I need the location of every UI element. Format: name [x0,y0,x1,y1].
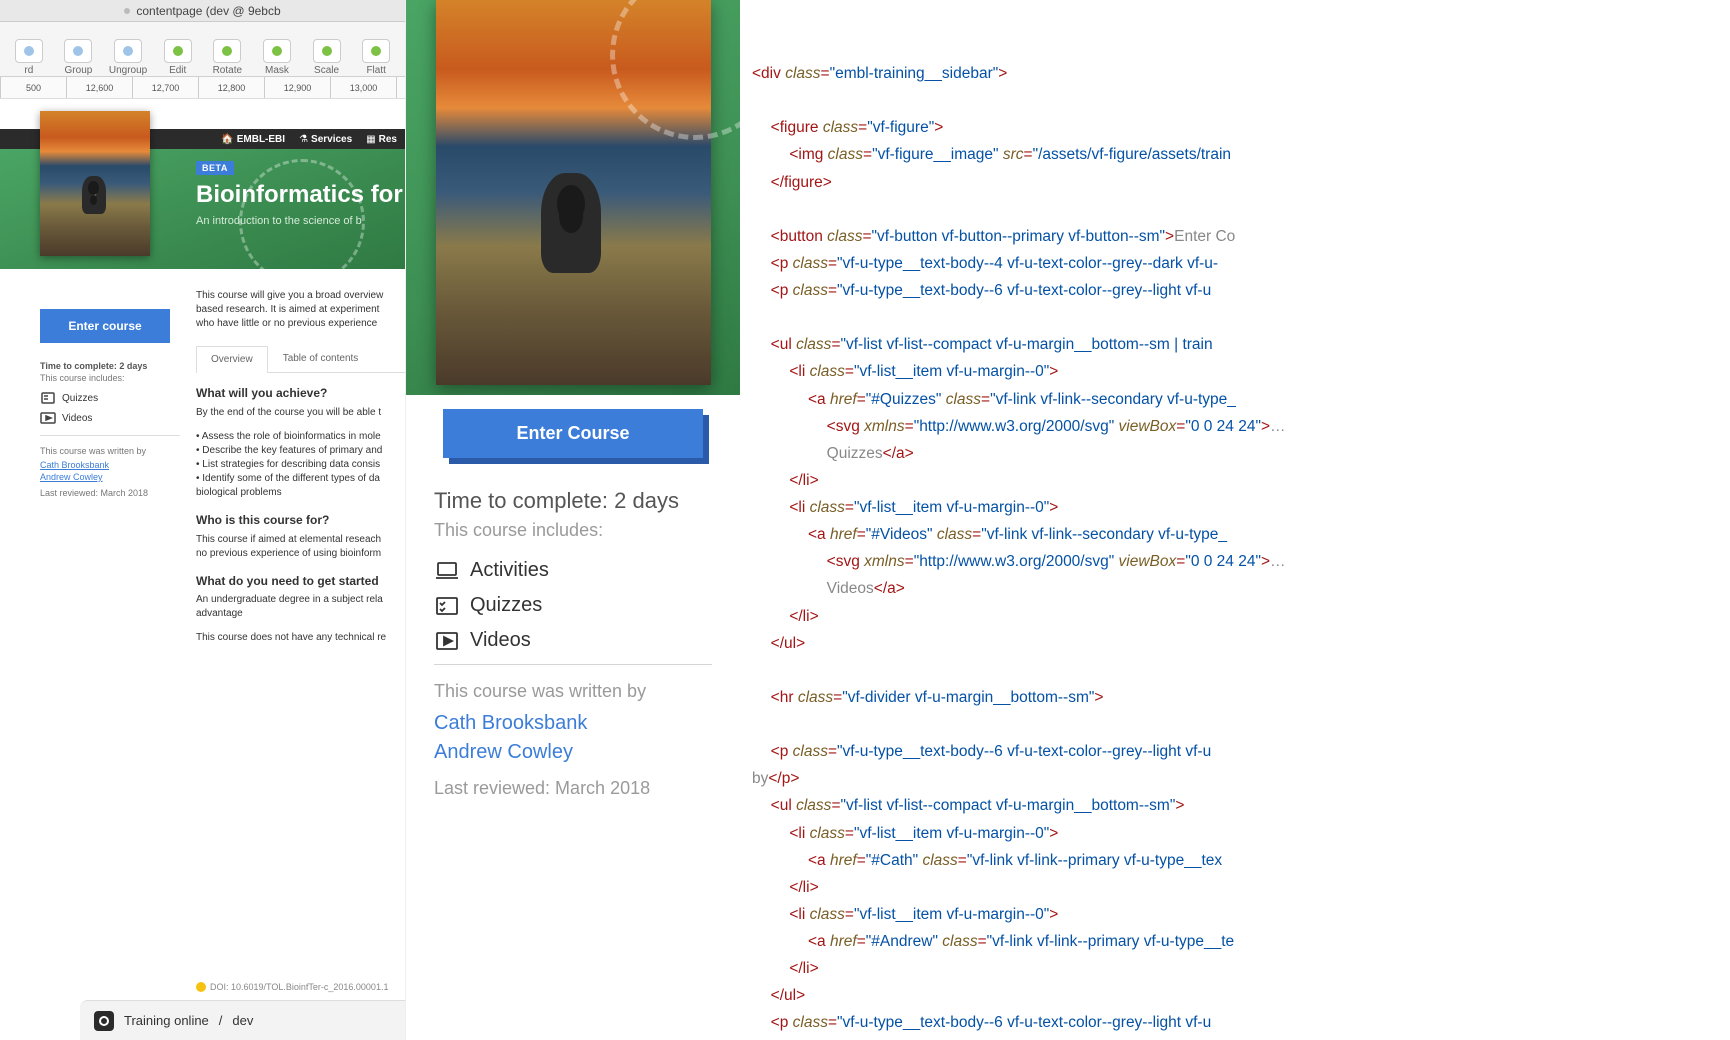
ruler-tick: 13,000 [330,77,396,98]
quiz-icon [40,391,56,405]
tool-icon [313,39,341,63]
ruler: 50012,60012,70012,80012,90013,00013,100 [0,77,405,99]
tool-icon [263,39,291,63]
heading-who: Who is this course for? [196,512,405,529]
window-titlebar: contentpage (dev @ 9ebcb [0,0,405,22]
tool-flatt[interactable]: Flatt [351,39,401,76]
mobile-enter-course-button[interactable]: Enter Course [443,409,703,458]
tool-edit[interactable]: Edit [153,39,203,76]
course-sidebar: Enter course Time to complete: 2 days Th… [40,309,180,498]
bullet-item: • Assess the role of bioinformatics in m… [196,430,405,444]
mobile-includes-quizzes[interactable]: Quizzes [434,594,712,617]
tool-rd[interactable]: rd [4,39,54,76]
topbar-home[interactable]: 🏠 EMBL-EBI [221,134,285,145]
doi: DOI: 10.6019/TOL.BioinfTer-c_2016.00001.… [196,982,388,992]
tool-group[interactable]: Group [54,39,104,76]
heading-achieve: What will you achieve? [196,385,405,402]
mobile-last-reviewed: Last reviewed: March 2018 [434,778,712,799]
mobile-written-by: This course was written by [434,681,712,702]
ruler-tick: 12,900 [264,77,330,98]
breadcrumb-a[interactable]: Training online [124,1013,209,1028]
quiz-icon [434,595,460,617]
tabs: Overview Table of contents [196,345,405,373]
window-title: contentpage (dev @ 9ebcb [136,4,280,18]
bullet-item: • Identify some of the different types o… [196,472,405,486]
heading-need: What do you need to get started [196,573,405,590]
beta-badge: BETA [196,161,234,175]
video-icon [40,411,56,425]
time-to-complete: Time to complete: 2 days [40,361,180,371]
author-link-andrew[interactable]: Andrew Cowley [40,472,180,482]
breadcrumb-sep: / [219,1013,223,1028]
ruler-tick: 12,700 [132,77,198,98]
mobile-time-to-complete: Time to complete: 2 days [434,488,712,514]
text-who: This course if aimed at elemental reseac… [196,533,405,561]
ruler-tick: 500 [0,77,66,98]
course-image [40,111,150,256]
text-tech: This course does not have any technical … [196,631,405,645]
titlebar-dot-icon [124,8,130,14]
intro-text: This course will give you a broad overvi… [196,289,405,331]
tool-icon [15,39,43,63]
tool-ungroup[interactable]: Ungroup [103,39,153,76]
tool-icon [362,39,390,63]
author-link-cath[interactable]: Cath Brooksbank [40,460,180,470]
enter-course-button[interactable]: Enter course [40,309,170,343]
mobile-includes-videos[interactable]: Videos [434,629,712,652]
tool-icon [164,39,192,63]
includes-item-videos[interactable]: Videos [40,411,180,425]
tool-icon [114,39,142,63]
toolbar: rdGroupUngroupEditRotateMaskScaleFlatt [0,22,405,77]
page-subtitle: An introduction to the science of b [196,215,362,227]
bullet-item: • List strategies for describing data co… [196,458,405,472]
written-by-label: This course was written by [40,446,180,456]
breadcrumb-b[interactable]: dev [232,1013,253,1028]
tool-rotate[interactable]: Rotate [203,39,253,76]
mobile-course-image [436,0,711,385]
tool-icon [64,39,92,63]
bullet-item: biological problems [196,486,405,500]
design-app-pane: contentpage (dev @ 9ebcb rdGroupUngroupE… [0,0,405,1040]
mobile-includes-activities[interactable]: Activities [434,559,712,582]
abstract-icon[interactable] [94,1011,114,1031]
ruler-tick: 12,600 [66,77,132,98]
tool-scale[interactable]: Scale [302,39,352,76]
mobile-divider [434,664,712,665]
ruler-tick: 13,100 [396,77,405,98]
code-pane: <div class="embl-training__sidebar"> <fi… [740,0,1730,1040]
mobile-author-andrew[interactable]: Andrew Cowley [434,741,712,764]
doi-icon [196,982,206,992]
canvas: 🏠 EMBL-EBI ⚗ Services ▦ Res BETA Bioinfo… [0,99,405,1000]
bullet-item: • Describe the key features of primary a… [196,444,405,458]
includes-item-quizzes[interactable]: Quizzes [40,391,180,405]
last-reviewed: Last reviewed: March 2018 [40,488,180,498]
mobile-hero [406,0,740,395]
page-title: Bioinformatics for [196,181,403,209]
ruler-tick: 12,800 [198,77,264,98]
tab-overview[interactable]: Overview [196,346,268,373]
includes-title: This course includes: [40,373,180,383]
course-body: This course will give you a broad overvi… [196,289,405,645]
topbar-res[interactable]: ▦ Res [366,134,397,145]
breadcrumb-bar: Training online / dev [80,1000,405,1040]
laptop-icon [434,560,460,582]
bullet-list: • Assess the role of bioinformatics in m… [196,430,405,500]
text-need: An undergraduate degree in a subject rel… [196,593,405,621]
mobile-mock-pane: Enter Course Time to complete: 2 days Th… [405,0,740,1040]
topbar-services[interactable]: ⚗ Services [299,134,352,145]
video-icon [434,630,460,652]
text-achieve: By the end of the course you will be abl… [196,406,405,420]
tab-toc[interactable]: Table of contents [268,345,374,372]
divider [40,435,180,436]
mobile-includes-title: This course includes: [434,520,712,541]
tool-icon [213,39,241,63]
mobile-author-cath[interactable]: Cath Brooksbank [434,712,712,735]
tool-mask[interactable]: Mask [252,39,302,76]
